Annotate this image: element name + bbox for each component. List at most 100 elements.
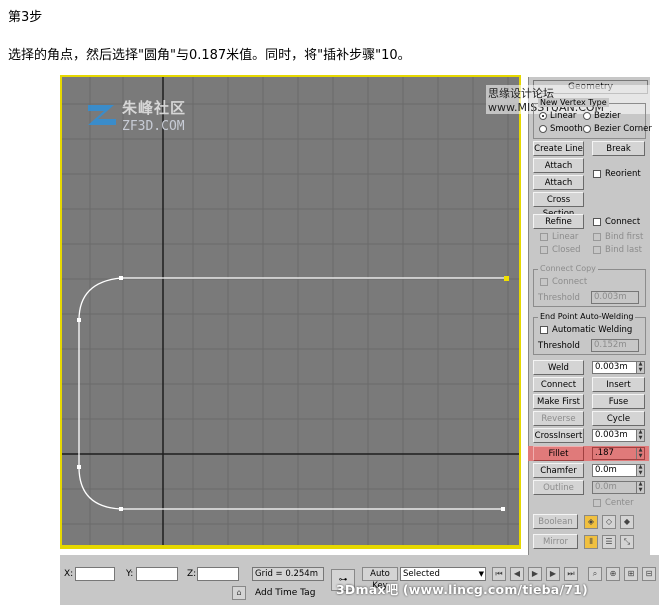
fillet-spinner[interactable]: .187 ▲ ▼ — [592, 447, 645, 460]
vertex-selected — [504, 276, 509, 281]
outline-value: 0.0m — [595, 482, 617, 492]
logo-text-cn: 朱峰社区 — [122, 99, 187, 117]
connect-button[interactable]: Connect — [533, 377, 584, 392]
insert-button[interactable]: Insert — [592, 377, 645, 392]
spline-shape — [78, 277, 506, 510]
radio-smooth[interactable] — [539, 125, 547, 133]
zoom-extents-all-icon[interactable]: ⊟ — [642, 567, 656, 581]
auto-welding-label: End Point Auto-Welding — [538, 312, 636, 321]
chamfer-value: 0.0m — [595, 465, 617, 475]
automatic-welding-label: Automatic Welding — [552, 325, 633, 335]
bottom-watermark: 3Dmax吧 (www.lincg.com/tieba/71) — [336, 582, 588, 597]
fuse-button[interactable]: Fuse — [592, 394, 645, 409]
instruction-text: 选择的角点，然后选择"圆角"与0.187米值。同时，将"插补步骤"10。 — [8, 48, 411, 63]
x-coord-label: X: — [64, 569, 74, 579]
logo-text-en: ZF3D.COM — [122, 119, 185, 134]
auto-weld-threshold-label: Threshold — [538, 341, 580, 351]
auto-weld-threshold-value: 0.152m — [594, 340, 627, 350]
fillet-value: .187 — [595, 448, 614, 458]
center-checkbox[interactable] — [593, 499, 601, 507]
zoom-extents-icon[interactable]: ⊞ — [624, 567, 638, 581]
viewport-grid — [62, 77, 519, 545]
boolean-intersect-icon[interactable]: ◆ — [620, 515, 634, 529]
connect-label: Connect — [605, 217, 641, 227]
bind-first-label: Bind first — [605, 232, 644, 242]
cross-section-button[interactable]: Cross Section — [533, 192, 584, 219]
refine-button[interactable]: Refine — [533, 214, 584, 229]
add-time-tag-label[interactable]: Add Time Tag — [255, 588, 315, 598]
attach-button[interactable]: Attach — [533, 158, 584, 173]
reverse-button[interactable]: Reverse — [533, 411, 584, 426]
weld-button[interactable]: Weld — [533, 360, 584, 375]
weld-spinner[interactable]: 0.003m ▲ ▼ — [592, 361, 645, 374]
reorient-checkbox[interactable] — [593, 170, 601, 178]
reorient-label: Reorient — [605, 169, 641, 179]
vertex — [119, 276, 123, 280]
bind-first-checkbox[interactable] — [593, 233, 601, 241]
selected-value: Selected — [403, 569, 440, 579]
vertex — [77, 318, 81, 322]
zoom-icon[interactable]: ⌕ — [588, 567, 602, 581]
vertex — [77, 465, 81, 469]
break-button[interactable]: Break — [592, 141, 645, 156]
automatic-welding-checkbox[interactable] — [540, 326, 548, 334]
outline-button[interactable]: Outline — [533, 480, 584, 495]
radio-linear-label: Linear — [550, 111, 577, 121]
radio-bezier-label: Bezier — [594, 111, 621, 121]
connect-copy-connect-label: Connect — [552, 277, 588, 287]
connect-copy-checkbox[interactable] — [540, 278, 548, 286]
attach-mult-button[interactable]: Attach Mult. — [533, 175, 584, 202]
step-heading: 第3步 — [8, 10, 43, 25]
center-label: Center — [605, 498, 634, 508]
outline-spinner[interactable]: 0.0m ▲ ▼ — [592, 481, 645, 494]
chamfer-spinner[interactable]: 0.0m ▲ ▼ — [592, 464, 645, 477]
bind-last-label: Bind last — [605, 245, 643, 255]
cycle-button[interactable]: Cycle — [592, 411, 645, 426]
connect-checkbox[interactable] — [593, 218, 601, 226]
time-tag-icon: ⌂ — [232, 586, 246, 600]
y-coord-label: Y: — [126, 569, 134, 579]
zoom-all-icon[interactable]: ⊕ — [606, 567, 620, 581]
new-vertex-type-label: New Vertex Type — [538, 98, 609, 107]
bind-last-checkbox[interactable] — [593, 246, 601, 254]
boolean-union-icon[interactable]: ◈ — [584, 515, 598, 529]
crossinsert-spinner[interactable]: 0.003m ▲ ▼ — [592, 429, 645, 442]
auto-weld-threshold-spinner[interactable]: 0.152m — [591, 339, 639, 352]
create-line-button[interactable]: Create Line — [533, 141, 584, 156]
chamfer-button[interactable]: Chamfer — [533, 463, 584, 478]
mirror-both-icon[interactable]: ⤡ — [620, 535, 634, 549]
y-coord-field[interactable] — [136, 567, 178, 581]
closed-label: Closed — [552, 245, 581, 255]
viewport[interactable]: 朱峰社区 ZF3D.COM — [60, 75, 521, 547]
vertex — [119, 507, 123, 511]
z-coord-field[interactable] — [197, 567, 239, 581]
radio-bezier-corner[interactable] — [583, 125, 591, 133]
closed-checkbox[interactable] — [540, 246, 548, 254]
radio-smooth-label: Smooth — [550, 124, 583, 134]
x-coord-field[interactable] — [75, 567, 115, 581]
mirror-vertical-icon[interactable]: ☰ — [602, 535, 616, 549]
linear-label: Linear — [552, 232, 579, 242]
grid-size-display: Grid = 0.254m — [252, 567, 324, 581]
radio-bezier[interactable] — [583, 112, 591, 120]
fillet-button[interactable]: Fillet — [533, 446, 584, 461]
radio-linear[interactable] — [539, 112, 547, 120]
viewport-selection-edge — [60, 545, 521, 549]
mirror-button[interactable]: Mirror — [533, 534, 578, 549]
mirror-horizontal-icon[interactable]: ⫴ — [584, 535, 598, 549]
make-first-button[interactable]: Make First — [533, 394, 584, 409]
boolean-subtract-icon[interactable]: ◇ — [602, 515, 616, 529]
boolean-button[interactable]: Boolean — [533, 514, 578, 529]
connect-copy-threshold-label: Threshold — [538, 293, 580, 303]
weld-value: 0.003m — [595, 362, 628, 372]
z-coord-label: Z: — [187, 569, 197, 579]
vertex — [501, 507, 505, 511]
connect-copy-label: Connect Copy — [538, 264, 598, 273]
zf3d-logo-icon — [88, 105, 116, 125]
crossinsert-button[interactable]: CrossInsert — [533, 428, 584, 443]
crossinsert-value: 0.003m — [595, 430, 628, 440]
linear-checkbox[interactable] — [540, 233, 548, 241]
connect-copy-threshold-spinner[interactable]: 0.003m — [591, 291, 639, 304]
radio-bezier-corner-label: Bezier Corner — [594, 124, 652, 134]
connect-copy-threshold-value: 0.003m — [594, 292, 627, 302]
